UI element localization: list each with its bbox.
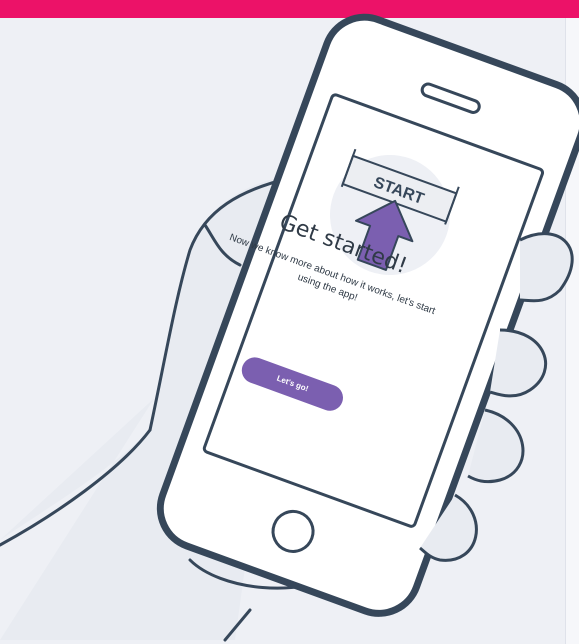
lets-go-button[interactable]: Let's go! [238,353,347,415]
